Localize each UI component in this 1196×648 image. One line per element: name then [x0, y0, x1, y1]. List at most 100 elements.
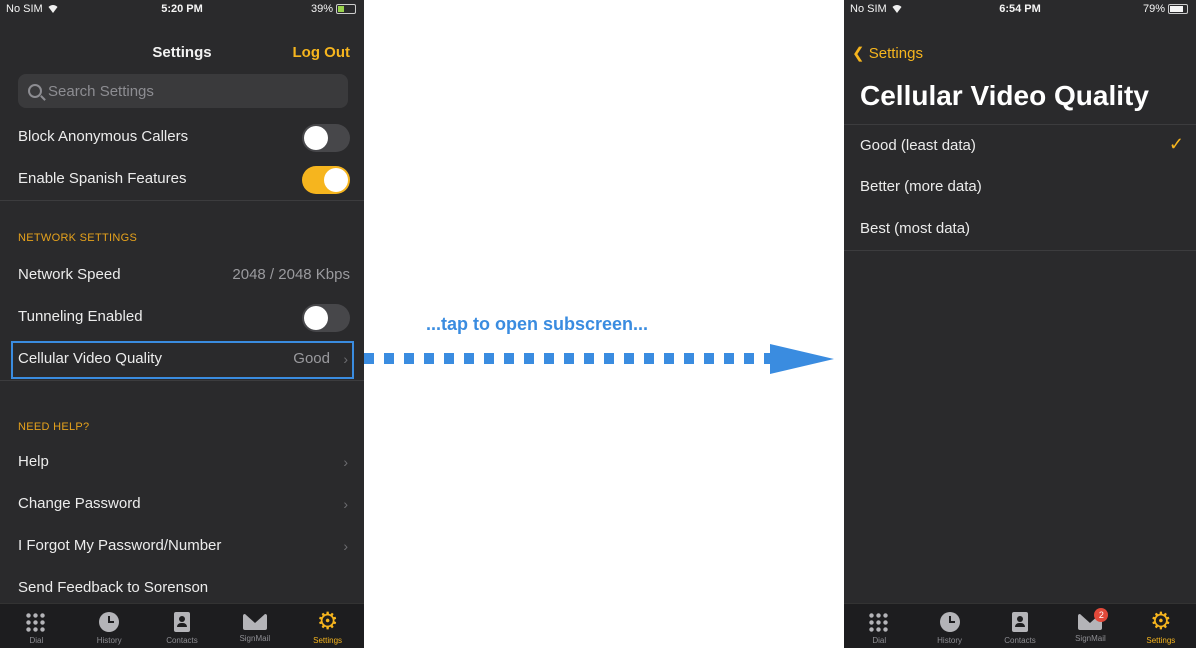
spanish-features-toggle[interactable] [302, 166, 350, 194]
tab-label: Settings [313, 636, 343, 645]
chevron-right-icon: › [343, 496, 348, 512]
arrow-dot [464, 353, 474, 364]
arrow-dot [424, 353, 434, 364]
search-placeholder: Search Settings [48, 82, 154, 100]
chevron-right-icon: › [343, 538, 348, 554]
help-row[interactable]: Help › [0, 441, 364, 484]
chevron-left-icon: ❮ [852, 45, 865, 62]
tab-label: History [937, 636, 963, 645]
clock-icon [99, 612, 120, 632]
dotted-arrow-icon [364, 344, 834, 374]
contacts-icon [1012, 612, 1029, 632]
battery-percent: 39% [310, 3, 333, 15]
battery-fill [1170, 6, 1183, 12]
tab-contacts[interactable]: Contacts [985, 604, 1055, 648]
row-label: Enable Spanish Features [18, 170, 187, 187]
tab-label: Settings [1146, 636, 1176, 645]
tab-label: SignMail [239, 634, 271, 643]
logout-button[interactable]: Log Out [293, 44, 350, 61]
cellular-video-quality-screen: No SIM 6:54 PM 79% ❮ Settings Cellular V… [844, 0, 1196, 648]
back-button[interactable]: ❮ Settings [852, 44, 923, 62]
status-bar: No SIM 6:54 PM 79% [844, 0, 1196, 18]
row-label: Tunneling Enabled [18, 308, 143, 325]
row-label: Send Feedback to Sorenson [18, 579, 209, 596]
tab-bar: Dial History Contacts SignMail ⚙ Settings [0, 603, 364, 648]
row-label: Help [18, 453, 49, 470]
tab-label: Contacts [1004, 636, 1036, 645]
toggle-knob [324, 168, 348, 192]
tab-dial[interactable]: Dial [844, 604, 914, 648]
row-label: Block Anonymous Callers [18, 128, 189, 145]
tab-label: Contacts [166, 636, 198, 645]
signmail-badge: 2 [1094, 608, 1109, 622]
tab-history[interactable]: History [914, 604, 984, 648]
arrow-dot [644, 353, 654, 364]
network-speed-value: 2048 / 2048 Kbps [232, 266, 350, 283]
gear-icon: ⚙ [1150, 608, 1172, 635]
arrow-dot [724, 353, 734, 364]
network-speed-row[interactable]: Network Speed 2048 / 2048 Kbps [0, 254, 364, 297]
tab-history[interactable]: History [73, 604, 146, 648]
toggle-knob [304, 126, 328, 150]
battery-icon [1168, 4, 1188, 14]
row-label: Network Speed [18, 266, 121, 283]
network-settings-header: NETWORK SETTINGS [18, 232, 138, 244]
toggle-knob [304, 306, 328, 330]
tab-label: SignMail [1075, 634, 1106, 643]
battery-fill [338, 6, 344, 12]
need-help-header: NEED HELP? [18, 421, 90, 433]
status-bar: No SIM 5:20 PM 39% [0, 0, 364, 18]
dialpad-icon [868, 612, 891, 632]
back-label: Settings [868, 45, 923, 62]
gear-icon: ⚙ [316, 608, 339, 635]
tab-settings[interactable]: ⚙ Settings [291, 604, 364, 648]
arrow-dot [544, 353, 554, 364]
tab-label: History [96, 636, 122, 645]
annotation-caption: ...tap to open subscreen... [426, 314, 649, 334]
block-anonymous-toggle[interactable] [302, 124, 350, 152]
option-label: Best (most data) [860, 220, 971, 237]
block-anonymous-row[interactable]: Block Anonymous Callers [0, 116, 364, 159]
tunneling-row[interactable]: Tunneling Enabled [0, 296, 364, 339]
arrow-dot [564, 353, 574, 364]
tab-dial[interactable]: Dial [0, 604, 73, 648]
search-icon [28, 84, 42, 98]
arrow-dot [484, 353, 494, 364]
forgot-password-row[interactable]: I Forgot My Password/Number › [0, 525, 364, 568]
arrow-dot [384, 353, 394, 364]
arrow-dot [604, 353, 614, 364]
change-password-row[interactable]: Change Password › [0, 483, 364, 526]
tab-label: Dial [872, 636, 887, 645]
arrow-dot [704, 353, 714, 364]
tab-contacts[interactable]: Contacts [146, 604, 219, 648]
arrow-dot [364, 353, 374, 364]
battery-status: 39% [311, 3, 356, 15]
tab-signmail[interactable]: SignMail [218, 604, 291, 648]
arrow-dot [584, 353, 594, 364]
tab-label: Dial [29, 636, 44, 645]
spanish-features-row[interactable]: Enable Spanish Features [0, 158, 364, 201]
tab-settings[interactable]: ⚙ Settings [1126, 604, 1196, 648]
option-label: Good (least data) [860, 137, 976, 154]
option-good[interactable]: Good (least data) ✓ [844, 124, 1196, 168]
option-better[interactable]: Better (more data) [844, 166, 1196, 209]
arrow-dot [524, 353, 534, 364]
option-best[interactable]: Best (most data) [844, 208, 1196, 251]
battery-status: 79% [1143, 3, 1188, 15]
dialpad-icon [25, 612, 48, 632]
arrow-dot [664, 353, 674, 364]
search-input[interactable]: Search Settings [18, 74, 348, 108]
envelope-icon [242, 614, 267, 630]
clock-text: 5:20 PM [161, 3, 203, 15]
contacts-icon [173, 612, 190, 632]
arrow-dot [684, 353, 694, 364]
tunneling-toggle[interactable] [302, 304, 350, 332]
arrow-dot [744, 353, 754, 364]
page-title: Cellular Video Quality [860, 80, 1149, 111]
envelope-icon: 2 [1078, 608, 1109, 630]
arrow-dot [504, 353, 514, 364]
tab-bar: Dial History Contacts 2 SignMail ⚙ Setting… [844, 603, 1196, 648]
row-label: Change Password [18, 495, 141, 512]
chevron-right-icon: › [343, 454, 348, 470]
tab-signmail[interactable]: 2 SignMail [1055, 604, 1125, 648]
